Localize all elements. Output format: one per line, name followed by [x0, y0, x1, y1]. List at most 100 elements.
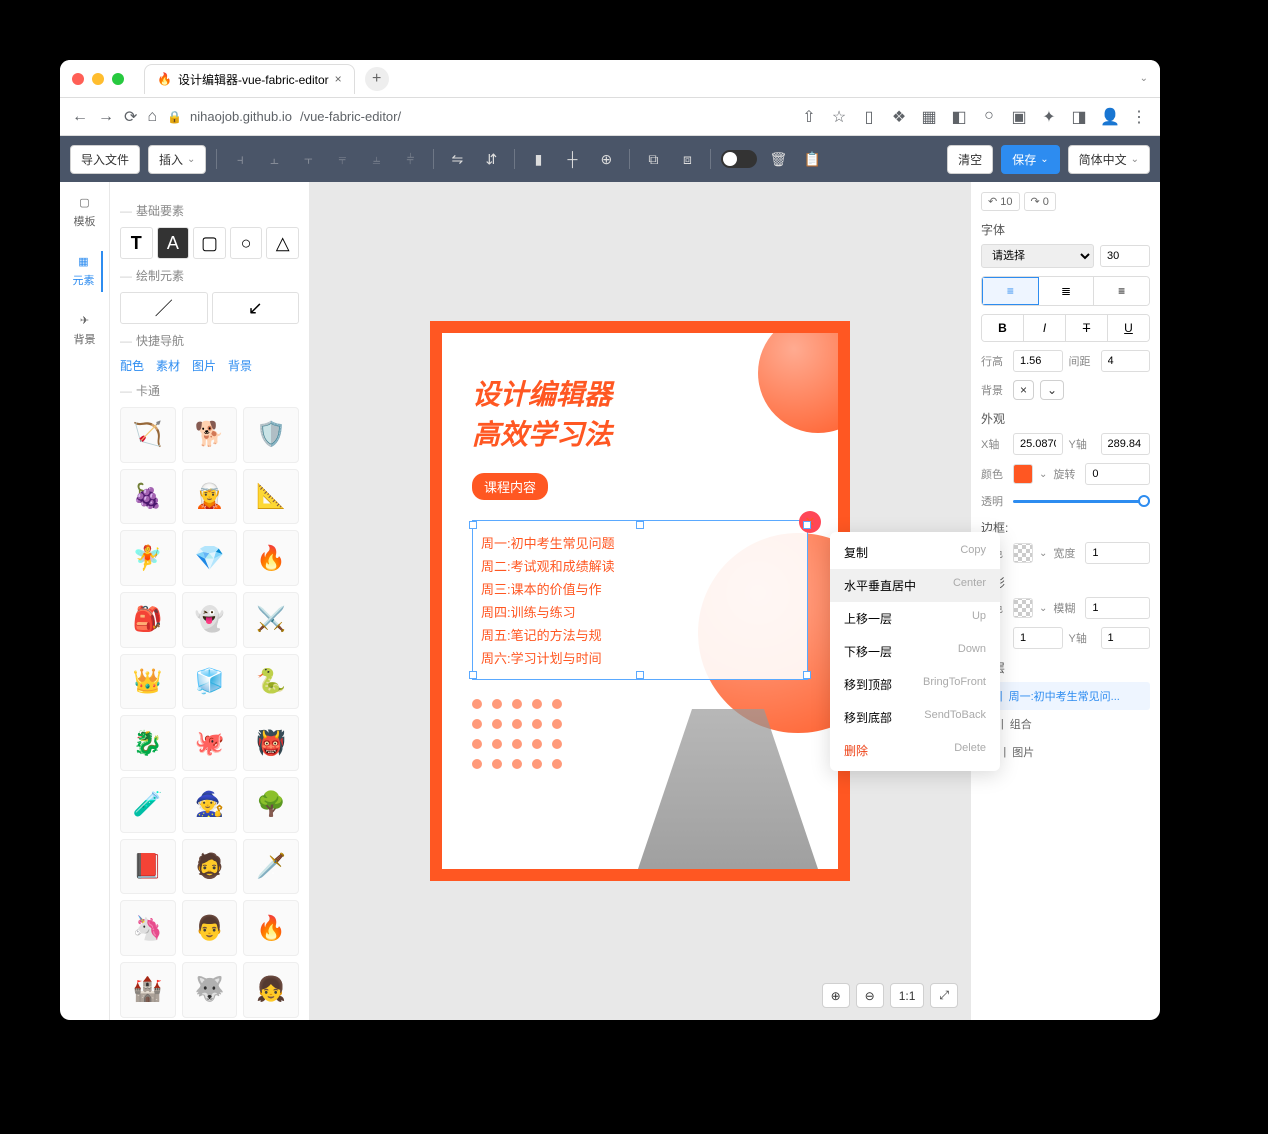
- save-button[interactable]: 保存 ⌄: [1001, 145, 1059, 174]
- underline-button[interactable]: U: [1108, 315, 1149, 341]
- asset-item[interactable]: 🏹: [120, 407, 176, 463]
- layer-item[interactable]: ▦| 图片: [981, 738, 1150, 766]
- asset-item[interactable]: 💎: [182, 530, 238, 586]
- zoom-in-button[interactable]: ⊕: [822, 983, 850, 1008]
- bold-button[interactable]: B: [982, 315, 1024, 341]
- clear-button[interactable]: 清空: [947, 145, 993, 174]
- ext-3-icon[interactable]: ◧: [950, 107, 968, 127]
- spacing-input[interactable]: [1101, 350, 1151, 372]
- extensions-icon[interactable]: ✦: [1040, 107, 1058, 127]
- font-family-select[interactable]: 请选择: [981, 244, 1094, 268]
- zoom-out-button[interactable]: ⊖: [856, 983, 884, 1008]
- align-right-icon[interactable]: ⫟: [295, 146, 321, 172]
- flip-v-icon[interactable]: ⇵: [478, 146, 504, 172]
- asset-item[interactable]: 🐕: [182, 407, 238, 463]
- align-bottom-icon[interactable]: ⫩: [397, 146, 423, 172]
- asset-item[interactable]: 🐉: [120, 715, 176, 771]
- fullscreen-button[interactable]: ⤢: [930, 983, 958, 1008]
- link-colors[interactable]: 配色: [120, 357, 144, 374]
- y-input[interactable]: [1101, 433, 1151, 455]
- sidepanel-icon[interactable]: ◨: [1070, 107, 1088, 127]
- asset-item[interactable]: 🦄: [120, 900, 176, 956]
- tab-close-icon[interactable]: ×: [335, 72, 342, 86]
- ext-2-icon[interactable]: ▦: [920, 107, 938, 127]
- link-images[interactable]: 图片: [192, 357, 216, 374]
- nav-templates[interactable]: ▢ 模板: [70, 192, 100, 233]
- close-window[interactable]: [72, 73, 84, 85]
- textbox-tool[interactable]: A: [157, 227, 190, 259]
- insert-button[interactable]: 插入⌄: [148, 145, 206, 174]
- asset-item[interactable]: 👑: [120, 654, 176, 710]
- circle-tool[interactable]: ○: [230, 227, 263, 259]
- link-bg[interactable]: 背景: [228, 357, 252, 374]
- maximize-window[interactable]: [112, 73, 124, 85]
- reload-icon[interactable]: ⟳: [124, 107, 137, 127]
- minimize-window[interactable]: [92, 73, 104, 85]
- arrow-tool[interactable]: ↙: [212, 292, 300, 324]
- asset-item[interactable]: 🧙: [182, 777, 238, 833]
- reader-icon[interactable]: ▯: [860, 107, 878, 127]
- shadow-color-dropdown-icon[interactable]: ⌄: [1039, 603, 1047, 614]
- ctx-up[interactable]: 上移一层Up: [830, 602, 1000, 635]
- asset-item[interactable]: 🔥: [243, 530, 299, 586]
- canvas-area[interactable]: 设计编辑器 高效学习法 课程内容 ✕ 周一:初中考生常见问题 周二:考试观和成绩…: [310, 182, 970, 1020]
- home-icon[interactable]: ⌂: [147, 108, 157, 126]
- zoom-ratio[interactable]: 1:1: [890, 983, 925, 1008]
- asset-item[interactable]: 👧: [243, 962, 299, 1018]
- layer-item[interactable]: ⧉| 组合: [981, 710, 1150, 738]
- course-badge[interactable]: 课程内容: [472, 473, 548, 500]
- align-hcenter-icon[interactable]: ⫠: [261, 146, 287, 172]
- triangle-tool[interactable]: △: [266, 227, 299, 259]
- selected-text-object[interactable]: ✕ 周一:初中考生常见问题 周二:考试观和成绩解读 周三:课本的价值与作 周四:…: [472, 520, 808, 680]
- tabs-dropdown-icon[interactable]: ⌄: [1140, 73, 1148, 84]
- center-both-icon[interactable]: ⊕: [593, 146, 619, 172]
- bg-dropdown[interactable]: ⌄: [1040, 380, 1064, 400]
- x-input[interactable]: [1013, 433, 1063, 455]
- align-left-button[interactable]: ≡: [982, 277, 1039, 305]
- person-image[interactable]: [638, 709, 818, 869]
- opacity-slider[interactable]: [1013, 500, 1150, 503]
- asset-item[interactable]: ⚔️: [243, 592, 299, 648]
- redo-button[interactable]: ↷ 0: [1024, 192, 1056, 211]
- border-width-input[interactable]: [1085, 542, 1150, 564]
- blur-input[interactable]: [1085, 597, 1150, 619]
- border-color-dropdown-icon[interactable]: ⌄: [1039, 548, 1047, 559]
- italic-button[interactable]: I: [1024, 315, 1066, 341]
- asset-item[interactable]: 🧚: [120, 530, 176, 586]
- asset-item[interactable]: 🍇: [120, 469, 176, 525]
- center-v-icon[interactable]: ┼: [559, 146, 585, 172]
- shadow-y-input[interactable]: [1101, 627, 1151, 649]
- asset-item[interactable]: 🏰: [120, 962, 176, 1018]
- asset-item[interactable]: 🧝: [182, 469, 238, 525]
- browser-tab[interactable]: 🔥 设计编辑器-vue-fabric-editor ×: [144, 64, 355, 94]
- center-h-icon[interactable]: ▮: [525, 146, 551, 172]
- asset-item[interactable]: 👻: [182, 592, 238, 648]
- back-icon[interactable]: ←: [72, 108, 88, 126]
- ctx-copy[interactable]: 复制Copy: [830, 536, 1000, 569]
- layer-item[interactable]: T| 周一:初中考生常见问...: [981, 682, 1150, 710]
- asset-item[interactable]: 🐙: [182, 715, 238, 771]
- asset-item[interactable]: 🛡️: [243, 407, 299, 463]
- ext-4-icon[interactable]: ○: [980, 107, 998, 127]
- ext-5-icon[interactable]: ▣: [1010, 107, 1028, 127]
- asset-item[interactable]: 🗡️: [243, 839, 299, 895]
- share-icon[interactable]: ⇧: [800, 107, 818, 127]
- artboard[interactable]: 设计编辑器 高效学习法 课程内容 ✕ 周一:初中考生常见问题 周二:考试观和成绩…: [430, 321, 850, 881]
- color-dropdown-icon[interactable]: ⌄: [1039, 469, 1047, 480]
- ungroup-icon[interactable]: ⧈: [674, 146, 700, 172]
- forward-icon[interactable]: →: [98, 108, 114, 126]
- line-tool[interactable]: ／: [120, 292, 208, 324]
- color-chip[interactable]: [1013, 464, 1033, 484]
- shadow-color-chip[interactable]: [1013, 598, 1033, 618]
- align-vcenter-icon[interactable]: ⫨: [363, 146, 389, 172]
- asset-item[interactable]: 🌳: [243, 777, 299, 833]
- strike-button[interactable]: T: [1066, 315, 1108, 341]
- align-center-button[interactable]: ≣: [1039, 277, 1095, 305]
- ctx-center[interactable]: 水平垂直居中Center: [830, 569, 1000, 602]
- asset-item[interactable]: 🧪: [120, 777, 176, 833]
- asset-item[interactable]: 🧊: [182, 654, 238, 710]
- import-button[interactable]: 导入文件: [70, 145, 140, 174]
- lock-toggle[interactable]: [721, 150, 757, 168]
- asset-item[interactable]: 📐: [243, 469, 299, 525]
- menu-icon[interactable]: ⋮: [1130, 107, 1148, 127]
